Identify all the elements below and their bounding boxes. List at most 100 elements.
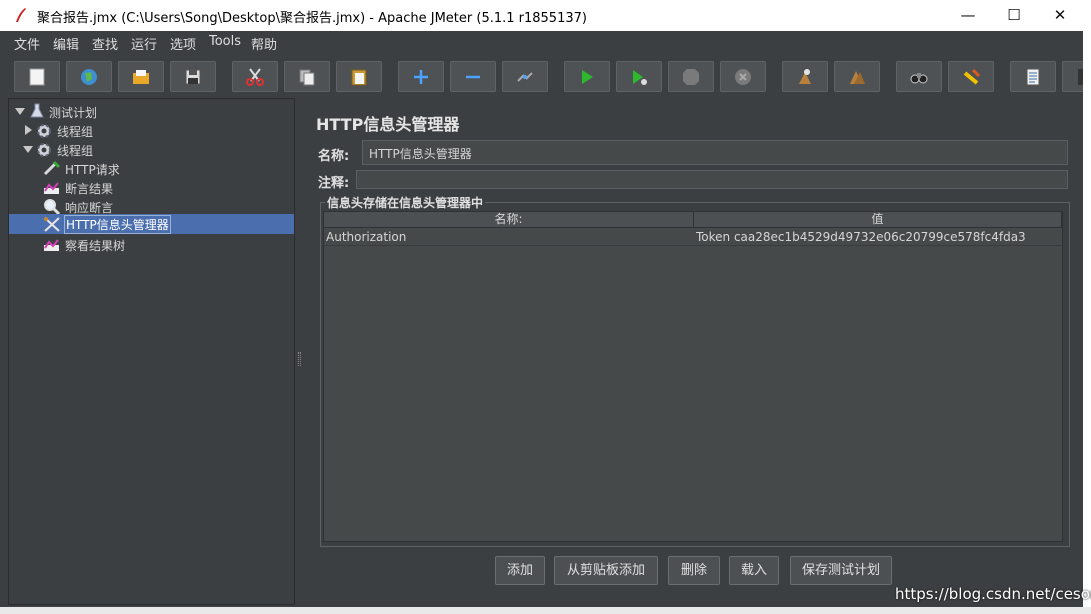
tree-node-thread-group[interactable]: 线程组: [13, 121, 283, 140]
column-header-name[interactable]: 名称:: [324, 212, 694, 228]
reset-search-icon: [963, 68, 981, 85]
tree-node-test-plan[interactable]: 测试计划: [13, 102, 283, 121]
close-button[interactable]: ✕: [1037, 0, 1083, 31]
reset-search-button[interactable]: [948, 61, 994, 92]
add-from-clipboard-button[interactable]: 从剪贴板添加: [554, 556, 658, 585]
add-button[interactable]: 添加: [495, 556, 545, 585]
group-title: 信息头存储在信息头管理器中: [325, 194, 486, 211]
headers-table[interactable]: 名称: 值 Authorization Token caa28ec1b4529d…: [323, 211, 1063, 542]
tree-collapsed-icon[interactable]: [25, 125, 32, 135]
name-field[interactable]: HTTP信息头管理器: [362, 140, 1068, 165]
menu-options[interactable]: 选项: [170, 34, 196, 53]
jmeter-window: 聚合报告.jmx (C:\Users\Song\Desktop\聚合报告.jmx…: [0, 0, 1083, 610]
menu-file[interactable]: 文件: [14, 34, 40, 53]
toggle-icon: [517, 72, 533, 82]
jmeter-feather-icon: [16, 8, 26, 22]
pipette-icon: [43, 160, 61, 176]
comment-field[interactable]: [356, 170, 1068, 189]
test-plan-tree[interactable]: 测试计划 线程组 线程组 HTTP请求 断言结果 响应断言 HTTP信息头管理器…: [8, 98, 295, 605]
shutdown-icon: [735, 69, 751, 85]
split-pane-divider[interactable]: [295, 98, 305, 605]
shutdown-button[interactable]: [720, 61, 766, 92]
clear-all-button[interactable]: [834, 61, 880, 92]
stop-icon: [683, 69, 699, 85]
tree-node-label: 线程组: [57, 125, 94, 139]
divider-grip-icon[interactable]: [298, 352, 301, 366]
help-icon: [1078, 69, 1083, 85]
name-label: 名称:: [318, 149, 350, 164]
function-helper-button[interactable]: [1010, 61, 1056, 92]
paste-button[interactable]: [336, 61, 382, 92]
menu-edit[interactable]: 编辑: [53, 34, 79, 53]
tree-expanded-icon[interactable]: [15, 108, 25, 115]
menu-help[interactable]: 帮助: [251, 34, 277, 53]
expand-button[interactable]: [398, 61, 444, 92]
search-icon: [910, 73, 928, 84]
load-button[interactable]: 载入: [729, 556, 779, 585]
tree-node-label: 察看结果树: [65, 239, 126, 253]
open-icon: [133, 70, 149, 84]
tree-node-label: 测试计划: [49, 106, 98, 120]
delete-button[interactable]: 删除: [668, 556, 720, 585]
chart-icon: [44, 239, 59, 251]
save-icon: [185, 69, 201, 85]
start-icon: [582, 70, 593, 84]
clear-button[interactable]: [782, 61, 828, 92]
tree-node-http-header-manager[interactable]: HTTP信息头管理器: [9, 214, 294, 234]
cut-button[interactable]: [232, 61, 278, 92]
gear-icon: [37, 143, 51, 157]
panel-title: HTTP信息头管理器: [316, 115, 460, 134]
tree-node-thread-group[interactable]: 线程组: [13, 140, 283, 159]
search-button[interactable]: [896, 61, 942, 92]
menu-search[interactable]: 查找: [92, 34, 118, 53]
table-cell-value[interactable]: Token caa28ec1b4529d49732e06c20799ce578f…: [694, 229, 1062, 246]
title-bar: 聚合报告.jmx (C:\Users\Song\Desktop\聚合报告.jmx…: [0, 0, 1083, 31]
save-button[interactable]: [170, 61, 216, 92]
toggle-button[interactable]: [502, 61, 548, 92]
minimize-button[interactable]: —: [945, 0, 991, 31]
background-window-edge: [1083, 0, 1091, 614]
tree-node-assertion-results[interactable]: 断言结果: [13, 178, 283, 197]
maximize-button[interactable]: ☐: [991, 0, 1037, 31]
open-button[interactable]: [118, 61, 164, 92]
start-button[interactable]: [564, 61, 610, 92]
window-title: 聚合报告.jmx (C:\Users\Song\Desktop\聚合报告.jmx…: [37, 11, 587, 26]
expand-icon: [414, 70, 428, 84]
help-button[interactable]: [1062, 61, 1083, 92]
menu-run[interactable]: 运行: [131, 34, 157, 53]
header-manager-panel: HTTP信息头管理器 名称: HTTP信息头管理器 注释: 信息头存储在信息头管…: [306, 98, 1083, 605]
new-button[interactable]: [14, 61, 60, 92]
start-no-pause-button[interactable]: [616, 61, 662, 92]
tree-expanded-icon[interactable]: [23, 146, 33, 153]
chart-icon: [44, 182, 59, 194]
flask-icon: [30, 103, 44, 118]
tree-node-http-request[interactable]: HTTP请求: [13, 159, 283, 178]
tree-node-label: HTTP请求: [65, 163, 120, 177]
start-no-pause-icon: [633, 70, 647, 85]
column-header-value[interactable]: 值: [694, 212, 1062, 228]
toolbar: [0, 54, 1083, 98]
templates-icon: [81, 69, 97, 85]
tree-node-view-results-tree[interactable]: 察看结果树: [13, 235, 283, 254]
table-cell-name[interactable]: Authorization: [324, 229, 694, 246]
watermark: https://blog.csdn.net/cesor: [895, 585, 1091, 603]
stop-button[interactable]: [668, 61, 714, 92]
tools-icon: [44, 217, 60, 232]
function-helper-icon: [1026, 68, 1040, 86]
comment-label: 注释:: [318, 176, 350, 191]
taskbar-edge: [0, 607, 1091, 614]
menu-tools[interactable]: Tools: [209, 34, 241, 49]
tree-node-label: HTTP信息头管理器: [64, 215, 171, 234]
tree-node-label: 断言结果: [65, 182, 114, 196]
headers-group-box: 信息头存储在信息头管理器中 名称: 值 Authorization Token …: [320, 194, 1070, 547]
paste-icon: [351, 69, 367, 86]
save-test-plan-button[interactable]: 保存测试计划: [790, 556, 892, 585]
magnifier-icon: [44, 199, 61, 215]
clear-all-icon: [850, 71, 865, 84]
tree-node-label: 线程组: [57, 144, 94, 158]
cut-icon: [246, 68, 264, 86]
menu-bar: 文件 编辑 查找 运行 选项 Tools 帮助: [0, 31, 1083, 54]
copy-button[interactable]: [284, 61, 330, 92]
templates-button[interactable]: [66, 61, 112, 92]
collapse-button[interactable]: [450, 61, 496, 92]
